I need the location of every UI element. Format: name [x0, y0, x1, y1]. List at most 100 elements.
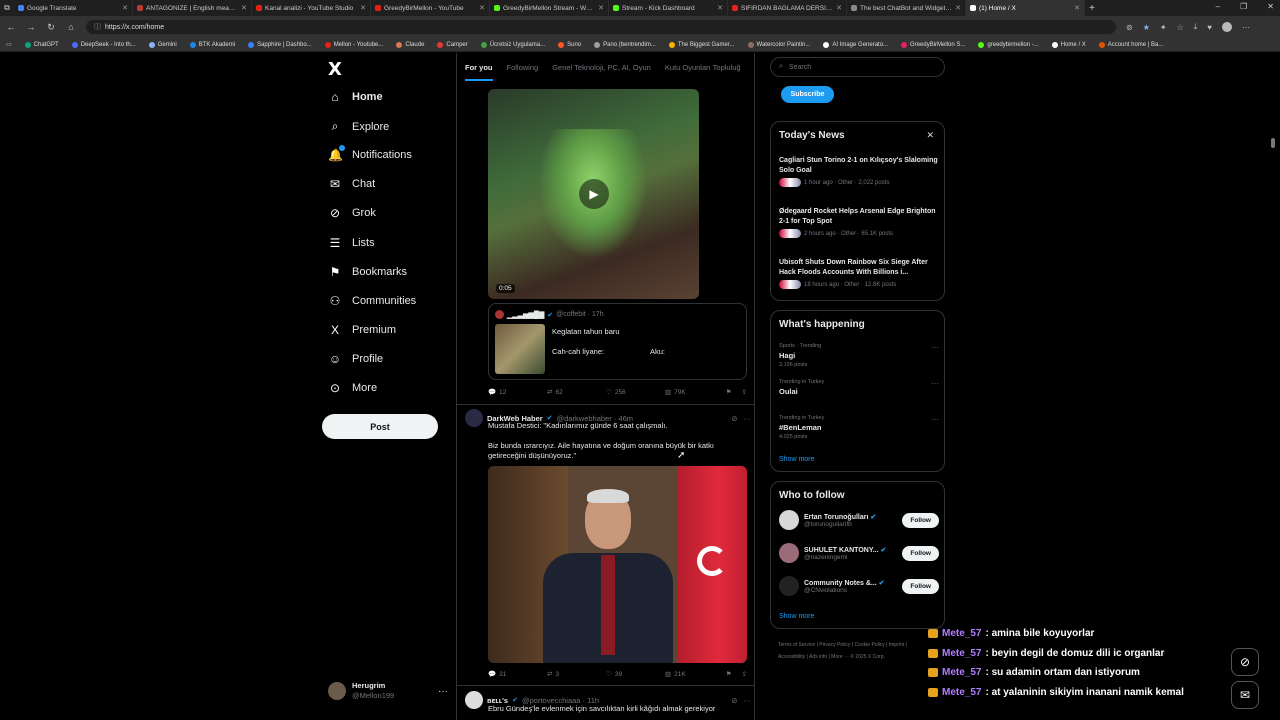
back-icon[interactable]: ← [6, 22, 16, 32]
bookmark-item[interactable]: greedybirmellon -... [978, 41, 1039, 48]
browser-tab[interactable]: GreedyBirMellon Stream - Watch ✕ [490, 0, 609, 16]
news-item[interactable]: Ødegaard Rocket Helps Arsenal Edge Brigh… [779, 207, 939, 238]
close-tab-icon[interactable]: ✕ [122, 4, 128, 12]
browser-menu-dots-icon[interactable]: ⋯ [1242, 23, 1250, 32]
bookmarks-folder-icon[interactable]: ▭ [6, 41, 12, 48]
share-icon[interactable]: ⇪ [742, 388, 747, 396]
avatar[interactable] [465, 409, 483, 427]
trend-item[interactable]: Trending in Turkey #BenLeman 4,025 posts ··… [779, 415, 939, 440]
follow-suggestion[interactable]: Community Notes &... ✔ @CNviolations Follo… [779, 576, 939, 596]
close-tab-icon[interactable]: ✕ [1074, 4, 1080, 12]
more-dots-icon[interactable]: ··· [931, 415, 939, 424]
nav-item-premium[interactable]: X Premium [328, 323, 396, 337]
follow-button[interactable]: Follow [902, 512, 939, 528]
reply-button[interactable]: 💬 12 [488, 388, 547, 397]
browser-tab[interactable]: SIFIRDAN BAĞLAMA DERSİ 3 (EN✕ [728, 0, 847, 16]
x-logo-icon[interactable]: X [328, 59, 342, 80]
bookmark-item[interactable]: Suno [558, 41, 581, 48]
quoted-tweet[interactable]: ▁▂▃▅▆█▇ ✔ @coffebit · 17h Keglatan tahun… [488, 303, 747, 380]
close-tab-icon[interactable]: ✕ [598, 4, 604, 12]
browser-tab[interactable]: Stream - Kick Dashboard ✕ [609, 0, 728, 16]
share-icon[interactable]: ⇪ [742, 670, 747, 678]
close-tab-icon[interactable]: ✕ [360, 4, 366, 12]
tab-following[interactable]: Following [507, 63, 539, 72]
shield-icon[interactable]: ♥ [1207, 23, 1212, 32]
close-tab-icon[interactable]: ✕ [479, 4, 485, 12]
bookmark-item[interactable]: Ücretsiz Uygulama... [480, 41, 545, 48]
like-button[interactable]: ♡ 39 [606, 670, 665, 679]
repost-button[interactable]: ⇄ 3 [547, 670, 606, 679]
bookmark-icon[interactable]: ⚑ [726, 388, 732, 396]
close-tab-icon[interactable]: ✕ [241, 4, 247, 12]
account-switcher[interactable]: Herugrim @Mellon199 ··· [328, 681, 448, 701]
bookmark-item[interactable]: Sapphire | Dashbo... [248, 41, 312, 48]
extensions-puzzle-icon[interactable]: ✦ [1160, 23, 1167, 32]
nav-item-more[interactable]: ⊙ More [328, 381, 377, 395]
close-icon[interactable]: ✕ [926, 130, 934, 141]
close-window-icon[interactable]: ✕ [1267, 2, 1274, 11]
url-field[interactable]: ⓘ https://x.com/home [86, 20, 1116, 34]
tweet-video[interactable]: ▶ 0:05 [488, 89, 699, 299]
bookmark-item[interactable]: Claude [396, 41, 424, 48]
grok-icon[interactable]: ⊘ [1231, 648, 1259, 676]
close-tab-icon[interactable]: ✕ [836, 4, 842, 12]
tab-genel-teknoloji[interactable]: Genel Teknoloji, PC, AI, Oyun [552, 63, 651, 72]
show-more-link[interactable]: Show more [779, 613, 814, 620]
views-button[interactable]: ▥ 21K [665, 670, 724, 679]
scrollbar[interactable] [1271, 138, 1275, 148]
tweet-photo[interactable] [488, 466, 747, 663]
maximize-icon[interactable]: ❐ [1240, 2, 1247, 11]
browser-tab[interactable]: (1) Home / X ✕ [966, 0, 1085, 16]
more-dots-icon[interactable]: ··· [438, 686, 448, 697]
nav-item-bookmarks[interactable]: ⚑ Bookmarks [328, 265, 407, 279]
bookmark-item[interactable]: Account home | Ba... [1098, 41, 1163, 48]
browser-tab[interactable]: Kanal analizi - YouTube Studio ✕ [252, 0, 371, 16]
avatar[interactable] [465, 691, 483, 709]
bookmark-item[interactable]: Pano (bentrendim... [594, 41, 656, 48]
news-item[interactable]: Ubisoft Shuts Down Rainbow Six Siege Aft… [779, 258, 939, 289]
nav-item-communities[interactable]: ⚇ Communities [328, 294, 417, 308]
bookmark-item[interactable]: Camper [437, 41, 468, 48]
nav-item-grok[interactable]: ⊘ Grok [328, 206, 376, 220]
like-button[interactable]: ♡ 256 [606, 388, 665, 397]
search-input[interactable]: ⌕ Search [770, 57, 945, 77]
extension-icon[interactable]: ⊚ [1126, 23, 1133, 32]
subscribe-button[interactable]: Subscribe [781, 86, 834, 103]
follow-button[interactable]: Follow [902, 545, 939, 561]
browser-tab[interactable]: GreedyBirMellon - YouTube ✕ [371, 0, 490, 16]
trend-item[interactable]: Trending in Turkey Oulai ··· [779, 379, 939, 398]
more-dots-icon[interactable]: ··· [931, 343, 939, 352]
site-info-icon[interactable]: ⓘ [94, 22, 101, 32]
browser-tab[interactable]: Google Translate ✕ [14, 0, 133, 16]
bookmark-item[interactable]: BTK Akademi [189, 41, 235, 48]
bookmark-item[interactable]: Home / X [1051, 41, 1086, 48]
nav-item-home[interactable]: ⌂ Home [328, 90, 382, 104]
footer-links[interactable]: Terms of Service | Privacy Policy | Cook… [778, 639, 928, 663]
more-dots-icon[interactable]: ··· [931, 379, 939, 388]
views-button[interactable]: ▥ 79K [665, 388, 724, 397]
browser-profile-avatar[interactable] [1222, 22, 1233, 32]
minimize-icon[interactable]: – [1216, 2, 1220, 11]
follow-suggestion[interactable]: SUHULET KANTONY... ✔ @nazeningemi Follow [779, 543, 939, 563]
forward-icon[interactable]: → [26, 22, 36, 32]
bookmark-item[interactable]: ChatGPT [24, 41, 59, 48]
bookmark-icon[interactable]: ⚑ [726, 670, 732, 678]
download-icon[interactable]: ⤓ [1194, 22, 1198, 32]
browser-tab[interactable]: The best ChatBot and Widgets for ✕ [847, 0, 966, 16]
messages-icon[interactable]: ✉ [1231, 681, 1259, 709]
home-icon[interactable]: ⌂ [66, 22, 76, 32]
repost-button[interactable]: ⇄ 62 [547, 388, 606, 397]
nav-item-explore[interactable]: ⌕ Explore [328, 119, 390, 134]
bookmark-item[interactable]: DeepSeek - Into th... [71, 41, 136, 48]
nav-item-lists[interactable]: ☰ Lists [328, 236, 375, 250]
browser-menu-icon[interactable]: ⧉ [0, 3, 14, 13]
bookmark-item[interactable]: Watercolor Paintin... [747, 41, 810, 48]
browser-tab[interactable]: ANTAGONIZE | English meaning - ✕ [133, 0, 252, 16]
show-more-link[interactable]: Show more [779, 456, 814, 463]
tab-kutu-oyunlari[interactable]: Kutu Oyunları Topluluğ [665, 63, 741, 72]
bookmark-item[interactable]: AI Image Generato... [823, 41, 888, 48]
follow-button[interactable]: Follow [902, 578, 939, 594]
new-tab-icon[interactable]: + [1085, 3, 1099, 14]
bookmark-item[interactable]: The Biggest Gamer... [668, 41, 735, 48]
close-tab-icon[interactable]: ✕ [955, 4, 961, 12]
